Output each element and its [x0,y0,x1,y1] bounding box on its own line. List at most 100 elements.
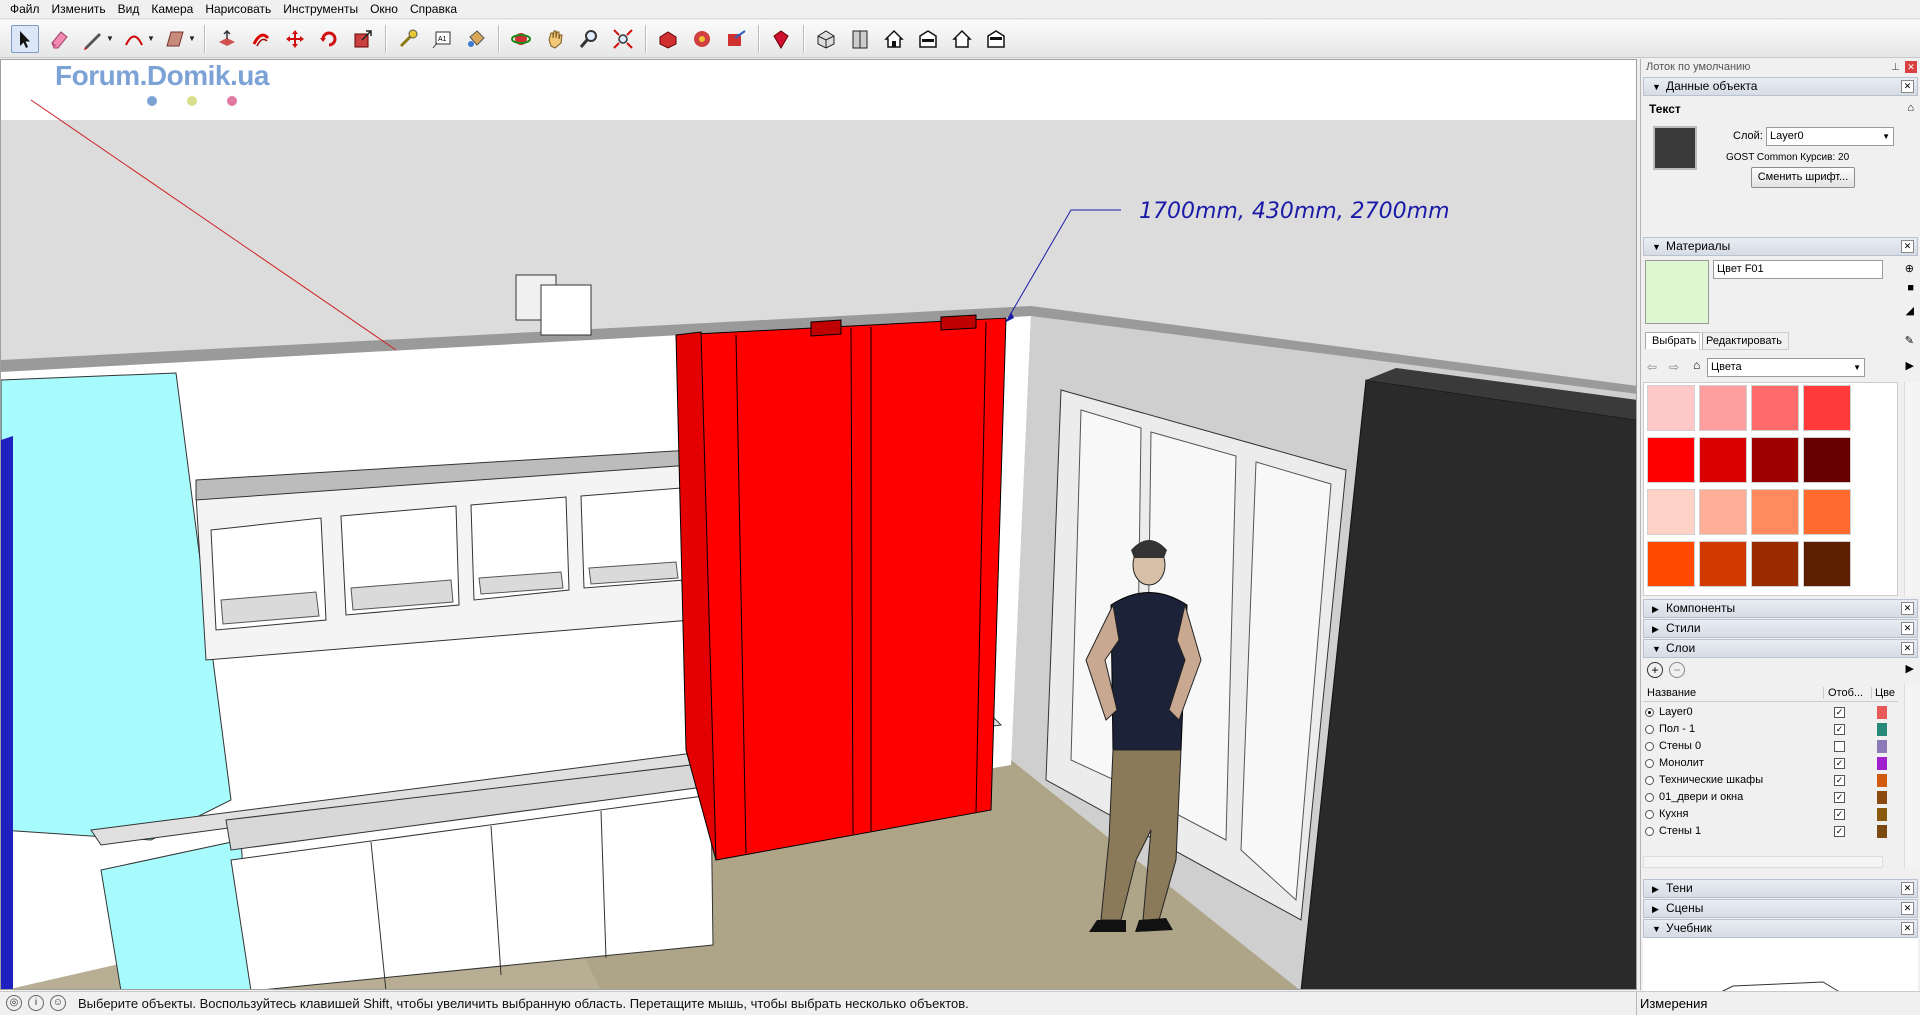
text-tool-icon[interactable]: A1 [428,25,456,53]
layer-row[interactable]: 01_двери и окна ✓ [1645,789,1898,806]
details-arrow-icon[interactable]: ▶ [1906,359,1914,372]
warehouse-icon[interactable] [654,25,682,53]
material-swatch[interactable] [1699,385,1747,431]
details-arrow-icon[interactable]: ▶ [1906,662,1914,675]
layer-visible-checkbox[interactable]: ✓ [1834,792,1845,803]
layers-header[interactable]: ▼ Слои ✕ [1643,639,1918,658]
material-swatch[interactable] [1803,489,1851,535]
menu-file[interactable]: Файл [4,0,46,19]
eraser-icon[interactable] [45,25,73,53]
dimension-text-label[interactable]: 1700mm, 430mm, 2700mm [1139,199,1450,224]
layer-select[interactable]: Layer0 ▼ [1766,127,1894,146]
layer-visible-checkbox[interactable]: ✓ [1834,775,1845,786]
back-arrow-icon[interactable]: ⇦ [1647,360,1657,374]
layer-color-swatch[interactable] [1877,757,1887,770]
paint-bucket-icon[interactable] [462,25,490,53]
layers-scrollbar[interactable] [1904,684,1920,868]
close-icon[interactable]: ✕ [1901,602,1914,615]
shadows-header[interactable]: ▶ Тени ✕ [1643,879,1918,898]
collection-select[interactable]: Цвета ▼ [1707,358,1865,377]
pencil-line-icon[interactable] [79,25,107,53]
pan-icon[interactable] [541,25,569,53]
close-icon[interactable]: ✕ [1901,922,1914,935]
menu-view[interactable]: Вид [112,0,146,19]
material-swatch[interactable] [1647,489,1695,535]
material-swatch[interactable] [1699,489,1747,535]
active-layer-radio[interactable] [1645,793,1654,802]
column-name[interactable]: Название [1647,687,1696,699]
menu-edit[interactable]: Изменить [46,0,112,19]
material-swatch[interactable] [1751,437,1799,483]
change-font-button[interactable]: Сменить шрифт... [1751,167,1855,188]
close-icon[interactable]: ✕ [1905,61,1917,73]
material-swatch[interactable] [1699,437,1747,483]
active-layer-radio[interactable] [1645,742,1654,751]
layer-visible-checkbox[interactable]: ✓ [1834,826,1845,837]
layer-visible-checkbox[interactable]: ✓ [1834,707,1845,718]
layer-row[interactable]: Стены 1 ✓ [1645,823,1898,840]
home-icon[interactable]: ⌂ [1693,358,1700,372]
share-model-icon[interactable] [722,25,750,53]
offset-icon[interactable] [247,25,275,53]
active-layer-radio[interactable] [1645,708,1654,717]
layer-color-swatch[interactable] [1877,740,1887,753]
layer-color-swatch[interactable] [1877,808,1887,821]
orbit-icon[interactable] [507,25,535,53]
front-view-icon[interactable] [880,25,908,53]
layer-visible-checkbox[interactable]: ✓ [1834,724,1845,735]
top-view-icon[interactable] [846,25,874,53]
forward-arrow-icon[interactable]: ⇨ [1669,360,1679,374]
layer-row[interactable]: Стены 0 [1645,738,1898,755]
scenes-header[interactable]: ▶ Сцены ✕ [1643,899,1918,918]
components-icon[interactable] [688,25,716,53]
pin-icon[interactable]: ⊥ [1891,59,1900,76]
push-pull-icon[interactable] [213,25,241,53]
menu-camera[interactable]: Камера [145,0,199,19]
material-swatch[interactable] [1751,385,1799,431]
close-icon[interactable]: ✕ [1901,642,1914,655]
geo-location-icon[interactable]: ◎ [6,995,22,1011]
layer-row[interactable]: Монолит ✓ [1645,755,1898,772]
layers-horizontal-scrollbar[interactable] [1643,856,1883,868]
select-arrow-icon[interactable] [11,24,39,53]
material-swatch[interactable] [1699,541,1747,587]
layer-color-swatch[interactable] [1877,774,1887,787]
material-swatch[interactable] [1751,541,1799,587]
tab-select[interactable]: Выбрать [1645,332,1704,349]
sample-paint-icon[interactable]: ◢ [1906,304,1914,317]
user-icon[interactable]: ☺ [50,995,66,1011]
rotate-icon[interactable] [315,25,343,53]
layer-row[interactable]: Технические шкафы ✓ [1645,772,1898,789]
default-material-icon[interactable]: ■ [1907,282,1914,294]
right-view-icon[interactable] [914,25,942,53]
chevron-down-icon[interactable]: ▼ [106,34,115,43]
layer-row[interactable]: Layer0 ✓ [1645,704,1898,721]
material-swatch[interactable] [1751,489,1799,535]
move-icon[interactable] [281,25,309,53]
close-icon[interactable]: ✕ [1901,80,1914,93]
layer-color-swatch[interactable] [1877,791,1887,804]
tab-edit[interactable]: Редактировать [1699,332,1789,350]
active-layer-radio[interactable] [1645,776,1654,785]
close-icon[interactable]: ✕ [1901,902,1914,915]
tape-measure-icon[interactable] [394,25,422,53]
close-icon[interactable]: ✕ [1901,882,1914,895]
column-visible[interactable]: Отоб... [1823,687,1863,699]
arc-icon[interactable] [120,25,148,53]
chevron-down-icon[interactable]: ▼ [188,34,197,43]
chevron-down-icon[interactable]: ▼ [147,34,156,43]
material-name-field[interactable]: Цвет F01 [1713,260,1883,279]
info-icon[interactable]: i [28,995,44,1011]
remove-layer-icon[interactable]: − [1669,662,1685,678]
scale-icon[interactable] [349,25,377,53]
instructor-header[interactable]: ▼ Учебник ✕ [1643,919,1918,938]
close-icon[interactable]: ✕ [1901,240,1914,253]
layer-color-swatch[interactable] [1877,706,1887,719]
measurements-box[interactable]: Измерения [1636,992,1707,1015]
column-color[interactable]: Цве [1871,687,1895,699]
material-preview[interactable] [1645,260,1709,324]
material-swatch[interactable] [1803,541,1851,587]
material-swatch[interactable] [1803,385,1851,431]
layer-color-swatch[interactable] [1877,825,1887,838]
active-layer-radio[interactable] [1645,759,1654,768]
